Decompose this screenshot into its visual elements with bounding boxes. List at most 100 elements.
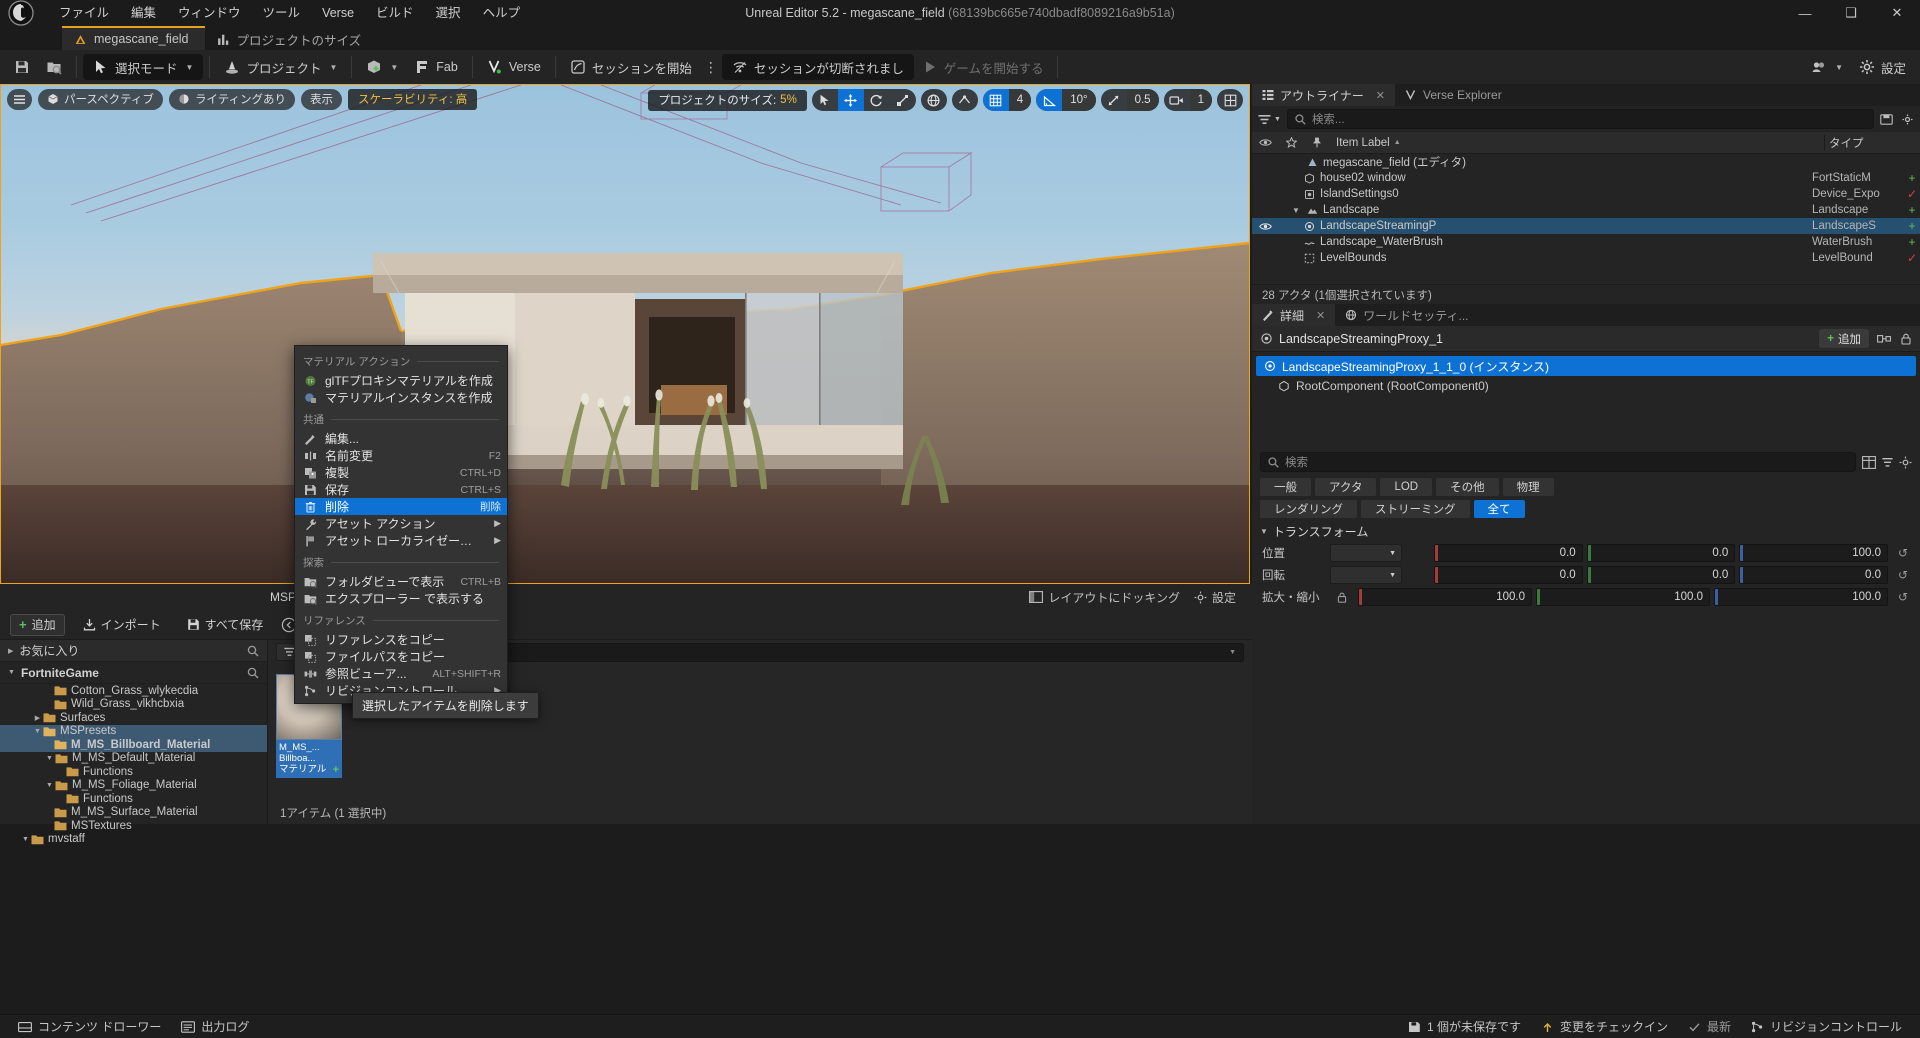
unsaved-items-button[interactable]: 1 個が未保存です <box>1398 1016 1531 1038</box>
filter-physics[interactable]: 物理 <box>1502 478 1554 496</box>
tab-outliner[interactable]: アウトライナー ✕ <box>1252 84 1395 106</box>
table-row[interactable]: ▼ Landscape Landscape + <box>1252 202 1920 218</box>
expand-arrow[interactable]: ▼ <box>32 728 43 735</box>
maximize-button[interactable]: ❑ <box>1828 0 1874 26</box>
scalability-label[interactable]: スケーラビリティ: 高 <box>348 88 478 110</box>
filter-other[interactable]: その他 <box>1436 478 1499 496</box>
list-item[interactable]: ▼ MSPresets <box>0 724 267 738</box>
list-item[interactable]: ▼ M_MS_Foliage_Material <box>0 779 267 793</box>
ctx-show-in-explorer[interactable]: エクスプローラー で表示する <box>295 590 507 607</box>
latest-status[interactable]: 最新 <box>1678 1016 1741 1038</box>
column-layout-icon[interactable] <box>1862 455 1876 469</box>
ctx-show-in-folder-view[interactable]: フォルダビューで表示 CTRL+B <box>295 573 507 590</box>
list-item[interactable]: ▶ Surfaces <box>0 711 267 725</box>
scale-lock-button[interactable] <box>1330 592 1354 603</box>
verse-button[interactable]: Verse <box>479 54 549 80</box>
favorites-header[interactable]: ▶ お気に入り <box>0 640 267 662</box>
level-viewport[interactable]: パースペクティブ ライティングあり 表示 スケーラビリティ: 高 プロジェクトの… <box>0 84 1250 584</box>
add-component-button[interactable]: + 追加 <box>1819 329 1869 348</box>
tab-world-settings[interactable]: ワールドセッティ... <box>1335 304 1478 326</box>
grid-snap-group[interactable]: 4 <box>982 89 1032 111</box>
transform-section-header[interactable]: ▼ トランスフォーム <box>1252 520 1920 542</box>
revision-control-button[interactable]: リビジョンコントロール <box>1741 1016 1912 1038</box>
play-game-button[interactable]: ゲームを開始する <box>914 54 1052 80</box>
list-item[interactable]: Wild_Grass_vlkhcbxia <box>0 698 267 712</box>
component-child-row[interactable]: RootComponent (RootComponent0) <box>1252 376 1920 396</box>
content-drawer-button[interactable]: コンテンツ ドローワー <box>8 1016 171 1038</box>
main-menu-bar[interactable]: ファイル 編集 ウィンドウ ツール Verse ビルド 選択 ヘルプ <box>42 0 531 26</box>
outliner-view-options[interactable] <box>1880 113 1914 125</box>
tab-project-size[interactable]: プロジェクトのサイズ <box>205 26 378 50</box>
ctx-asset-actions[interactable]: アセット アクション ▶ <box>295 515 507 532</box>
window-controls[interactable]: — ❑ ✕ <box>1782 0 1920 26</box>
filter-streaming[interactable]: ストリーミング <box>1361 500 1470 518</box>
expand-arrow[interactable]: ▼ <box>44 755 55 762</box>
menu-select[interactable]: 選択 <box>425 2 472 24</box>
scale-tool-button[interactable] <box>890 89 916 111</box>
angle-snap-group[interactable]: 10° <box>1036 89 1096 111</box>
expand-arrow[interactable]: ▶ <box>32 714 43 722</box>
location-reset-button[interactable]: ↺ <box>1892 546 1914 560</box>
output-log-button[interactable]: 出力ログ <box>171 1016 259 1038</box>
tab-megascane-field[interactable]: megascane_field <box>62 26 205 50</box>
filter-rendering[interactable]: レンダリング <box>1260 500 1357 518</box>
perspective-dropdown[interactable]: パースペクティブ <box>38 88 163 110</box>
search-icon[interactable] <box>247 667 259 679</box>
menu-build[interactable]: ビルド <box>365 2 425 24</box>
list-item[interactable]: Cotton_Grass_wlykecdia <box>0 684 267 698</box>
fab-button[interactable]: Fab <box>406 54 466 80</box>
scale-reset-button[interactable]: ↺ <box>1892 590 1914 604</box>
content-browser-tree[interactable]: ▶ お気に入り ▼ FortniteGame Cotton_Grass_wlyk… <box>0 640 268 845</box>
outliner-search-input[interactable]: 検索... <box>1286 109 1874 129</box>
chevron-down-icon[interactable]: ▼ <box>1229 649 1236 656</box>
expand-arrow[interactable]: ▼ <box>1290 206 1302 215</box>
save-all-button[interactable]: すべて保存 <box>179 614 272 636</box>
filter-lod[interactable]: LOD <box>1380 478 1433 496</box>
table-row[interactable]: IslandSettings0 Device_Expo ✓ <box>1252 186 1920 202</box>
ctx-save[interactable]: 保存 CTRL+S <box>295 481 507 498</box>
rotation-mode-dropdown[interactable]: ▼ <box>1330 566 1402 584</box>
rotate-tool-button[interactable] <box>864 89 890 111</box>
settings-dropdown[interactable]: 設定 <box>1851 54 1914 80</box>
ctx-edit[interactable]: 編集... <box>295 430 507 447</box>
component-selected-row[interactable]: LandscapeStreamingProxy_1_1_0 (インスタンス) <box>1256 356 1916 376</box>
tab-details[interactable]: 詳細 ✕ <box>1252 304 1336 326</box>
start-session-button[interactable]: セッションを開始 <box>562 54 700 80</box>
camera-icon-button[interactable] <box>1164 89 1190 111</box>
project-dropdown[interactable]: プロジェクト ▼ <box>216 54 345 80</box>
rotation-x-input[interactable]: 0.0 <box>1434 566 1583 584</box>
ctx-delete[interactable]: 削除 削除 <box>295 498 507 515</box>
scale-snap-value[interactable]: 0.5 <box>1126 89 1159 111</box>
list-item[interactable]: Functions <box>0 765 267 779</box>
ctx-create-material-instance[interactable]: マテリアルインスタンスを作成 <box>295 389 507 406</box>
platforms-dropdown[interactable]: ▼ <box>1803 54 1851 80</box>
location-z-input[interactable]: 100.0 <box>1739 544 1889 562</box>
close-icon[interactable]: ✕ <box>1316 309 1325 322</box>
session-status-button[interactable]: セッションが切断されまし <box>721 54 914 80</box>
viewport-layout-button[interactable] <box>1217 89 1243 111</box>
transform-tools-group[interactable] <box>811 89 916 111</box>
move-tool-button[interactable] <box>837 89 864 111</box>
list-item[interactable]: ▼ M_MS_Default_Material <box>0 752 267 766</box>
type-column[interactable]: タイプ <box>1824 134 1920 151</box>
outliner-filter-button[interactable]: ▼ <box>1258 114 1281 125</box>
ctx-asset-localization[interactable]: アセット ローカライゼーション ▶ <box>295 532 507 549</box>
dock-layout-button[interactable]: レイアウトにドッキング <box>1029 589 1180 606</box>
menu-window[interactable]: ウィンドウ <box>167 2 252 24</box>
camera-speed-value[interactable]: 1 <box>1189 89 1212 111</box>
gear-icon[interactable] <box>1899 456 1912 469</box>
search-icon[interactable] <box>247 645 259 657</box>
menu-file[interactable]: ファイル <box>48 2 120 24</box>
details-search-input[interactable]: 検索 <box>1260 452 1856 472</box>
menu-tools[interactable]: ツール <box>252 2 312 24</box>
filter-general[interactable]: 一般 <box>1260 478 1311 496</box>
filter-actor[interactable]: アクタ <box>1315 478 1377 496</box>
grid-snap-value[interactable]: 4 <box>1008 89 1032 111</box>
scale-z-input[interactable]: 100.0 <box>1714 588 1888 606</box>
unreal-logo-icon[interactable] <box>0 0 42 26</box>
ctx-copy-file-path[interactable]: ファイルパスをコピー <box>295 648 507 665</box>
tab-verse-explorer[interactable]: Verse Explorer <box>1395 84 1512 106</box>
fortnitegame-header[interactable]: ▼ FortniteGame <box>0 662 267 684</box>
scale-x-input[interactable]: 100.0 <box>1358 588 1532 606</box>
rotation-z-input[interactable]: 0.0 <box>1739 566 1889 584</box>
